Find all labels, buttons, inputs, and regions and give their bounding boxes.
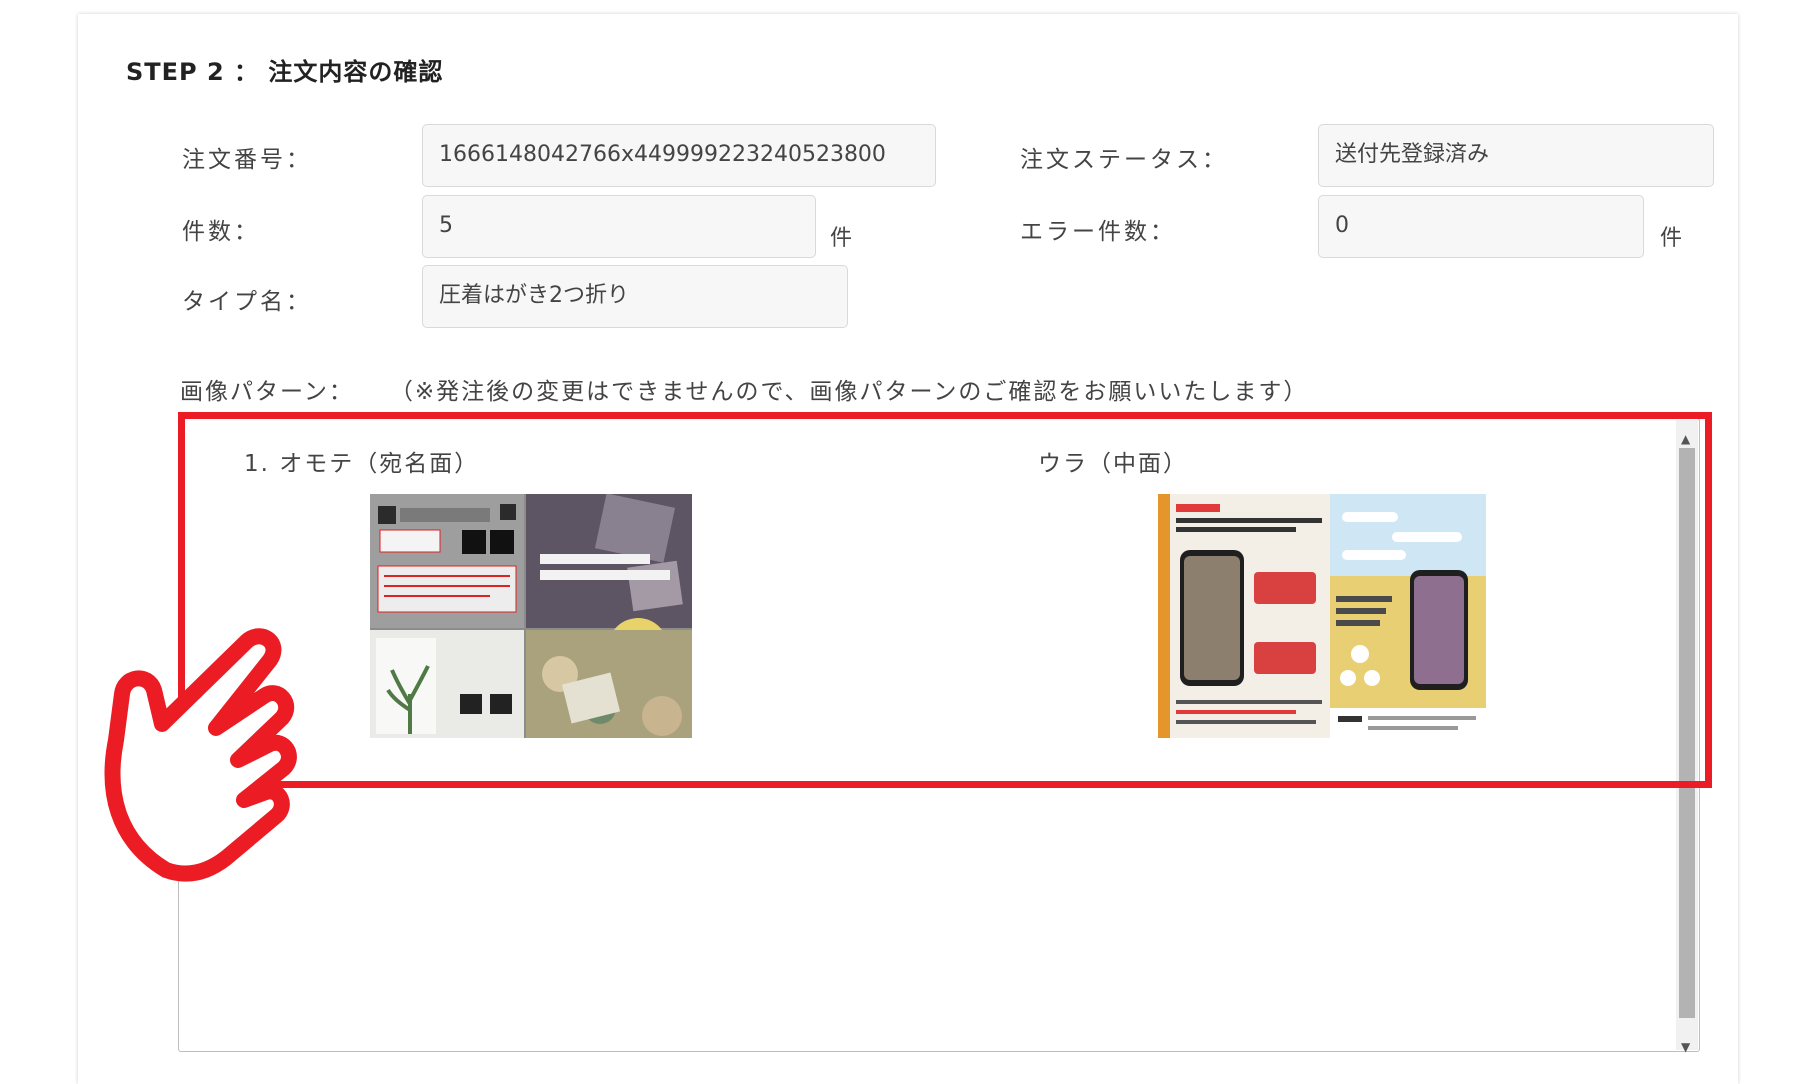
error-count-field[interactable]: 0: [1318, 195, 1644, 258]
scroll-down-icon[interactable]: ▼: [1681, 1040, 1690, 1054]
count-field[interactable]: 5: [422, 195, 816, 258]
image-pattern-warning: （※発注後の変更はできませんので、画像パターンのご確認をお願いいたします）: [389, 379, 1309, 405]
type-name-label: タイプ名：: [182, 289, 312, 315]
count-label: 件数：: [182, 219, 260, 245]
error-count-unit: 件: [1660, 226, 1683, 251]
order-number-label: 注文番号：: [182, 147, 312, 173]
image-pattern-label: 画像パターン：: [180, 379, 354, 405]
error-count-label: エラー件数：: [1020, 219, 1176, 245]
order-status-field[interactable]: 送付先登録済み: [1318, 124, 1714, 187]
type-name-field[interactable]: 圧着はがき2つ折り: [422, 265, 848, 328]
image-pattern-note: 画像パターン： （※発注後の変更はできませんので、画像パターンのご確認をお願いいた…: [180, 372, 1308, 406]
count-unit: 件: [830, 226, 853, 251]
pointing-hand-icon: [96, 620, 306, 894]
highlight-frame: [178, 412, 1712, 788]
order-number-field[interactable]: 1666148042766x449999223240523800: [422, 124, 936, 187]
step-title: STEP 2 ： 注文内容の確認: [126, 58, 444, 86]
order-status-label: 注文ステータス：: [1020, 147, 1228, 173]
